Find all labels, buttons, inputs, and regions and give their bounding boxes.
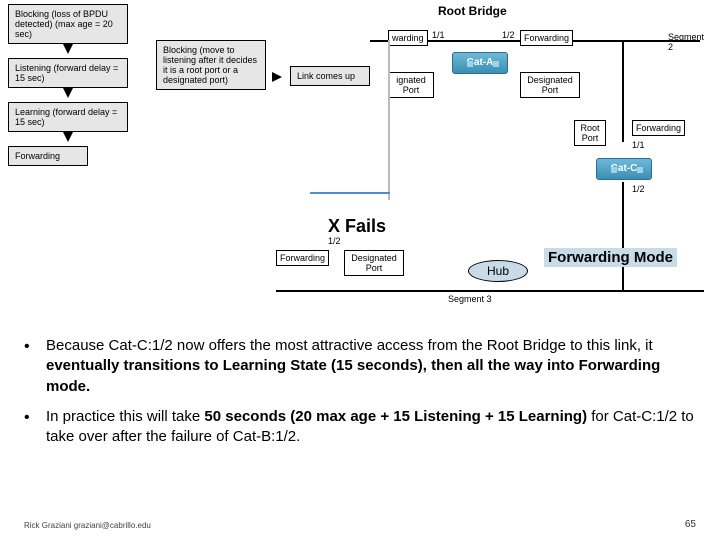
root-bridge-title: Root Bridge: [438, 4, 507, 18]
t: Hub: [487, 264, 509, 278]
t: Blocking (move to listening after it dec…: [163, 45, 257, 85]
state-learning: Learning (forward delay = 15 sec): [8, 102, 128, 132]
arrow-icon: [272, 72, 282, 82]
hub: Hub: [468, 260, 528, 282]
segment-3: Segment 3: [448, 294, 492, 304]
port-a-left-role: ignated Port: [388, 72, 434, 98]
t: Learning (forward delay = 15 sec): [15, 107, 117, 127]
arrow-icon: [63, 44, 73, 54]
arrow-icon: [63, 132, 73, 142]
state-blocking-move: Blocking (move to listening after it dec…: [156, 40, 266, 90]
arrow-icon: [63, 88, 73, 98]
switch-cat-c: Cat-C: [596, 158, 652, 180]
port-a-left-state: warding: [388, 30, 428, 46]
port-c-bottom: 1/2: [632, 184, 645, 194]
t: Cat-C: [611, 163, 638, 174]
x-fails: X Fails: [328, 216, 386, 237]
blue-line: [310, 192, 390, 214]
t: Link comes up: [297, 71, 355, 81]
t: Cat-A: [467, 57, 494, 68]
c-fwd: Forwarding: [632, 120, 685, 136]
c-root-port: Root Port: [574, 120, 606, 146]
t: Blocking (loss of BPDU detected) (max ag…: [15, 9, 113, 39]
b-role: Designated Port: [344, 250, 404, 276]
segment-2: Segment 2: [668, 32, 704, 52]
list-item: Because Cat-C:1/2 now offers the most at…: [24, 336, 704, 397]
bullet-list: Because Cat-C:1/2 now offers the most at…: [24, 336, 704, 457]
port-a-right: 1/2: [502, 30, 515, 40]
t: Listening (forward delay = 15 sec): [15, 63, 118, 83]
state-listening: Listening (forward delay = 15 sec): [8, 58, 128, 88]
switch-cat-a: Cat-A: [452, 52, 508, 74]
footer-left: Rick Graziani graziani@cabrillo.edu: [24, 521, 151, 530]
forwarding-mode-label: Forwarding Mode: [544, 248, 677, 267]
port-b-bottom: 1/2: [328, 236, 341, 246]
wire: [622, 182, 624, 290]
t: Forwarding: [15, 151, 60, 161]
wire: [276, 290, 704, 292]
port-a-right-role: Designated Port: [520, 72, 580, 98]
port-c-top: 1/1: [632, 140, 645, 150]
footer-right: 65: [685, 519, 696, 530]
b-state: Forwarding: [276, 250, 329, 266]
state-link-up: Link comes up: [290, 66, 370, 86]
state-forwarding: Forwarding: [8, 146, 88, 166]
port-a-right-state: Forwarding: [520, 30, 573, 46]
state-blocking: Blocking (loss of BPDU detected) (max ag…: [8, 4, 128, 44]
port-a-left: 1/1: [432, 30, 445, 40]
wire: [388, 40, 390, 200]
list-item: In practice this will take 50 seconds (2…: [24, 407, 704, 448]
wire: [622, 40, 624, 142]
